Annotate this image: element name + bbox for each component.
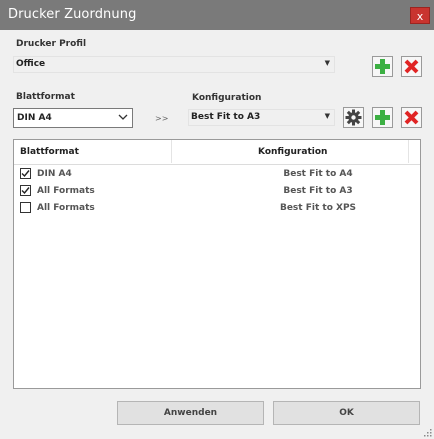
table-header: Blattformat Konfiguration [14, 140, 420, 165]
x-icon [404, 59, 419, 74]
dropdown-arrow-icon: ▼ [324, 112, 330, 120]
sheet-format-label: Blattformat [16, 92, 75, 102]
window-title: Drucker Zuordnung [8, 7, 137, 22]
arrow-separator: >> [155, 114, 169, 123]
plus-icon [375, 59, 390, 74]
cell-sheet-format: All Formats [37, 186, 95, 196]
sheet-format-value: DIN A4 [17, 113, 52, 123]
close-button[interactable]: x [410, 7, 430, 24]
configuration-value: Best Fit to A3 [191, 112, 261, 122]
row-checkbox[interactable] [20, 202, 31, 213]
printer-profile-dropdown[interactable]: Office ▼ [13, 56, 335, 73]
resize-grip-icon[interactable] [423, 428, 432, 437]
chevron-down-icon [118, 114, 128, 120]
column-header-configuration[interactable]: Konfiguration [258, 147, 327, 157]
table-row[interactable]: All Formats Best Fit to XPS [14, 200, 420, 217]
add-configuration-button[interactable] [372, 107, 393, 128]
delete-profile-button[interactable] [401, 56, 422, 77]
dropdown-arrow-icon: ▼ [324, 59, 330, 67]
table-row[interactable]: All Formats Best Fit to A3 [14, 183, 420, 200]
add-profile-button[interactable] [372, 56, 393, 77]
configuration-settings-button[interactable] [343, 107, 364, 128]
title-bar[interactable]: Drucker Zuordnung x [0, 0, 434, 30]
column-header-sheet-format[interactable]: Blattformat [20, 147, 79, 157]
cell-configuration: Best Fit to A3 [283, 186, 353, 196]
cell-configuration: Best Fit to A4 [283, 169, 353, 179]
x-icon [404, 110, 419, 125]
column-divider [171, 140, 172, 163]
check-icon [21, 187, 30, 195]
configuration-label: Konfiguration [192, 93, 262, 103]
gear-icon [345, 109, 362, 126]
printer-profile-label: Drucker Profil [16, 39, 87, 49]
plus-icon [375, 110, 390, 125]
cell-sheet-format: DIN A4 [37, 169, 72, 179]
dialog-window: Drucker Zuordnung x Drucker Profil Offic… [0, 0, 434, 439]
cell-sheet-format: All Formats [37, 203, 95, 213]
apply-button[interactable]: Anwenden [117, 401, 264, 425]
mapping-table: Blattformat Konfiguration DIN A4 Best Fi… [13, 139, 421, 389]
configuration-dropdown[interactable]: Best Fit to A3 ▼ [188, 109, 335, 126]
table-row[interactable]: DIN A4 Best Fit to A4 [14, 166, 420, 183]
ok-button[interactable]: OK [273, 401, 420, 425]
check-icon [21, 170, 30, 178]
row-checkbox[interactable] [20, 185, 31, 196]
delete-configuration-button[interactable] [401, 107, 422, 128]
row-checkbox[interactable] [20, 168, 31, 179]
printer-profile-value: Office [16, 59, 46, 69]
cell-configuration: Best Fit to XPS [279, 203, 357, 213]
column-divider [408, 140, 409, 163]
sheet-format-dropdown[interactable]: DIN A4 [13, 108, 133, 128]
